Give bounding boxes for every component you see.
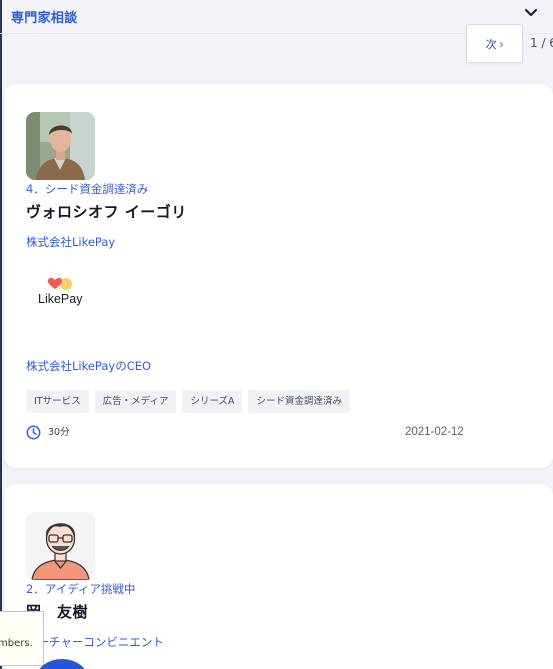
cookie-notice[interactable]: mbers. — [0, 611, 44, 666]
role-link[interactable]: 株式会社LikePayのCEO — [26, 358, 151, 374]
section-title: 専門家相談 — [11, 11, 78, 26]
tag[interactable]: ITサービス — [26, 390, 89, 413]
avatar — [26, 512, 95, 580]
left-edge-rule — [0, 0, 2, 669]
next-page-button[interactable]: 次 › — [466, 24, 523, 63]
company-link[interactable]: 株式会社LikePay — [26, 234, 115, 250]
clock-icon — [26, 425, 41, 440]
tag[interactable]: シリーズA — [182, 390, 243, 413]
expert-name[interactable]: ヴォロシオフ イーゴリ — [26, 201, 187, 222]
company-link[interactable]: ューチャーコンビニエント — [26, 634, 164, 650]
person-photo-icon — [26, 112, 95, 180]
avatar — [26, 112, 95, 180]
duration: 30分 — [48, 427, 70, 438]
cookie-notice-text: mbers. — [0, 638, 33, 649]
page-indicator: 1 / 6 — [530, 36, 553, 50]
person-illustration-icon — [26, 512, 95, 580]
date: 2021-02-12 — [405, 426, 464, 438]
tag-list: ITサービス 広告・メディア シリーズA シード資金調達済み — [26, 390, 350, 413]
tag[interactable]: 広告・メディア — [94, 390, 177, 413]
stage-label: 4．シード資金調達済み — [26, 182, 149, 196]
tag[interactable]: シード資金調達済み — [248, 390, 350, 413]
stage-label: 2．アイディア挑戦中 — [26, 582, 136, 596]
logo-text: LikePay — [38, 292, 83, 306]
chevron-down-icon[interactable] — [524, 8, 538, 18]
